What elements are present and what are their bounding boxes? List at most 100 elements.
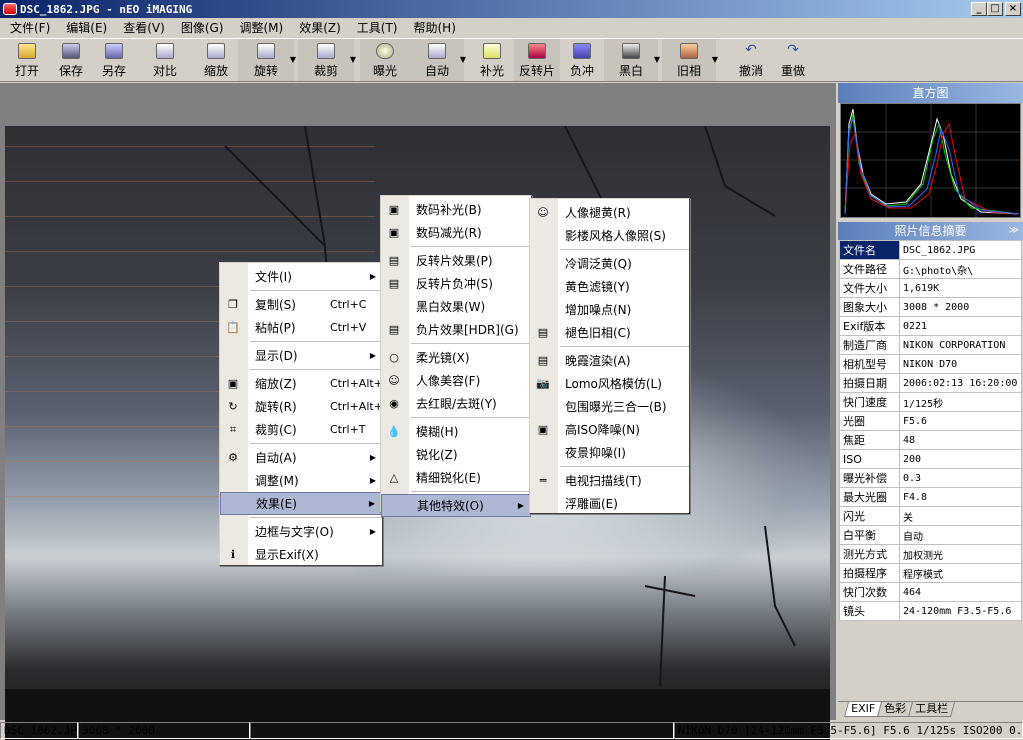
menu-adjust[interactable]: 调整(M): [231, 18, 291, 38]
cross-process-button[interactable]: 反转片: [514, 39, 560, 81]
context-menu-item[interactable]: ⌗ 裁剪(C) Ctrl+T: [220, 418, 382, 441]
exif-row[interactable]: 光圈 F5.6: [839, 411, 1022, 431]
exif-row[interactable]: 快门次数 464: [839, 582, 1022, 602]
window-title: DSC_1862.JPG - nEO iMAGING: [20, 2, 193, 16]
effects-menu-item[interactable]: ○ 柔光镜(X): [381, 346, 531, 369]
menu-item-label: 缩放(Z): [255, 377, 297, 391]
app-icon[interactable]: [3, 3, 17, 15]
exif-row[interactable]: 文件大小 1,619K: [839, 278, 1022, 298]
exif-row[interactable]: 焦距 48: [839, 430, 1022, 450]
fill-light-button[interactable]: 补光: [470, 39, 514, 81]
maximize-button[interactable]: □: [987, 2, 1003, 16]
other-effects-menu-item[interactable]: 冷调泛黄(Q): [530, 252, 689, 275]
menu-item-label: 浮雕画(E): [565, 497, 618, 511]
exif-key: 闪光: [839, 506, 900, 526]
other-effects-menu-item[interactable]: 📷 Lomo风格模仿(L): [530, 372, 689, 395]
other-effects-menu-item[interactable]: 浮雕画(E): [530, 492, 689, 515]
menu-item-label: 粘帖(P): [255, 321, 296, 335]
menu-effects[interactable]: 效果(Z): [291, 18, 349, 38]
context-menu-item[interactable]: 📋 粘帖(P) Ctrl+V: [220, 316, 382, 339]
menu-help[interactable]: 帮助(H): [406, 18, 464, 38]
open-button[interactable]: 打开: [4, 39, 50, 81]
effects-menu-item[interactable]: ▣ 数码补光(B): [381, 198, 531, 221]
exif-row[interactable]: 相机型号 NIKON D70: [839, 354, 1022, 374]
menu-tools[interactable]: 工具(T): [349, 18, 406, 38]
other-effects-menu-item[interactable]: ▣ 高ISO降噪(N): [530, 418, 689, 441]
save-as-button[interactable]: 另存: [92, 39, 136, 81]
effects-menu-item[interactable]: ◉ 去红眼/去斑(Y): [381, 392, 531, 415]
old-photo-button[interactable]: 旧相 ▼: [662, 39, 718, 81]
effects-menu-item[interactable]: ▤ 反转片效果(P): [381, 249, 531, 272]
effects-menu-item[interactable]: 其他特效(O) ▶: [381, 494, 531, 517]
tab-toolbar[interactable]: 工具栏: [908, 702, 956, 717]
other-effects-menu-item[interactable]: ☺ 人像褪黄(R): [530, 201, 689, 224]
context-menu-item[interactable]: 边框与文字(O) ▶: [220, 520, 382, 543]
effects-menu-item[interactable]: ▣ 数码减光(R): [381, 221, 531, 244]
effects-menu-item[interactable]: 黑白效果(W): [381, 295, 531, 318]
exif-row[interactable]: ISO 200: [839, 449, 1022, 469]
exposure-button[interactable]: 曝光: [360, 39, 410, 81]
effects-menu-item[interactable]: ▤ 负片效果[HDR](G): [381, 318, 531, 341]
menu-file[interactable]: 文件(F): [2, 18, 58, 38]
redo-button[interactable]: ↷ 重做: [772, 39, 814, 81]
fill-light-icon: [483, 43, 501, 59]
other-effects-menu-item[interactable]: ═ 电视扫描线(T): [530, 469, 689, 492]
auto-button[interactable]: 自动 ▼: [410, 39, 466, 81]
exif-row[interactable]: 测光方式 加权测光: [839, 544, 1022, 564]
exif-row[interactable]: Exif版本 0221: [839, 316, 1022, 336]
rotate-dropdown-icon[interactable]: ▼: [290, 55, 296, 64]
exif-row[interactable]: 拍摄日期 2006:02:13 16:20:00: [839, 373, 1022, 393]
exif-row[interactable]: 文件路径 G:\photo\杂\: [839, 259, 1022, 279]
other-effects-menu-item[interactable]: 包围曝光三合一(B): [530, 395, 689, 418]
exif-row[interactable]: 曝光补偿 0.3: [839, 468, 1022, 488]
context-menu-item[interactable]: ↻ 旋转(R) Ctrl+Alt+R: [220, 395, 390, 418]
close-button[interactable]: ×: [1005, 2, 1021, 16]
other-effects-menu-item[interactable]: ▤ 褪色旧相(C): [530, 321, 689, 344]
exif-row[interactable]: 镜头 24-120mm F3.5-F5.6: [839, 601, 1022, 621]
exif-row[interactable]: 文件名 DSC_1862.JPG: [839, 240, 1022, 260]
save-as-label: 另存: [101, 64, 126, 78]
minimize-button[interactable]: _: [971, 2, 987, 16]
exif-row[interactable]: 图象大小 3008 * 2000: [839, 297, 1022, 317]
context-menu-item[interactable]: ℹ 显示Exif(X): [220, 543, 382, 566]
negative-button[interactable]: 负冲: [560, 39, 604, 81]
other-effects-menu-item[interactable]: 夜景抑噪(I): [530, 441, 689, 464]
exif-row[interactable]: 最大光圈 F4.8: [839, 487, 1022, 507]
undo-button[interactable]: ↶ 撤消: [730, 39, 772, 81]
menu-image[interactable]: 图像(G): [173, 18, 232, 38]
context-menu-item[interactable]: 效果(E) ▶: [220, 492, 382, 515]
exif-row[interactable]: 白平衡 自动: [839, 525, 1022, 545]
other-effects-menu-item[interactable]: 影楼风格人像照(S): [530, 224, 689, 247]
crop-button[interactable]: 裁剪 ▼: [298, 39, 356, 81]
context-menu-item[interactable]: ⚙ 自动(A) ▶: [220, 446, 382, 469]
context-menu-item[interactable]: 显示(D) ▶: [220, 344, 382, 367]
menu-edit[interactable]: 编辑(E): [58, 18, 115, 38]
context-menu-item[interactable]: 调整(M) ▶: [220, 469, 382, 492]
effects-menu-item[interactable]: ▤ 反转片负冲(S): [381, 272, 531, 295]
rotate-button[interactable]: 旋转 ▼: [238, 39, 296, 81]
exif-row[interactable]: 闪光关: [839, 506, 1022, 526]
auto-dropdown-icon[interactable]: ▼: [460, 55, 466, 64]
exif-row[interactable]: 拍摄程序 程序模式: [839, 563, 1022, 583]
effects-menu-item[interactable]: 锐化(Z): [381, 443, 531, 466]
crop-dropdown-icon[interactable]: ▼: [350, 55, 356, 64]
other-effects-menu-item[interactable]: 增加噪点(N): [530, 298, 689, 321]
other-effects-menu-item[interactable]: 黄色滤镜(Y): [530, 275, 689, 298]
context-menu-item[interactable]: 文件(I) ▶: [220, 265, 382, 288]
context-menu-item[interactable]: ❐ 复制(S) Ctrl+C: [220, 293, 382, 316]
zoom-button[interactable]: 缩放: [194, 39, 238, 81]
context-menu-item[interactable]: ▣ 缩放(Z) Ctrl+Alt+S: [220, 372, 390, 395]
exif-row[interactable]: 制造厂商 NIKON CORPORATION: [839, 335, 1022, 355]
effects-menu-item[interactable]: △ 精细锐化(E): [381, 466, 531, 489]
black-white-dropdown-icon[interactable]: ▼: [654, 55, 660, 64]
collapse-icon[interactable]: ≫: [1009, 222, 1019, 240]
save-button[interactable]: 保存: [50, 39, 92, 81]
effects-menu-item[interactable]: 💧 模糊(H): [381, 420, 531, 443]
old-photo-dropdown-icon[interactable]: ▼: [712, 55, 718, 64]
exif-row[interactable]: 快门速度 1/125秒: [839, 392, 1022, 412]
effects-menu-item[interactable]: ☺ 人像美容(F): [381, 369, 531, 392]
compare-button[interactable]: 对比: [142, 39, 188, 81]
menu-view[interactable]: 查看(V): [115, 18, 173, 38]
other-effects-menu-item[interactable]: ▤ 晚霞渲染(A): [530, 349, 689, 372]
black-white-button[interactable]: 黑白 ▼: [604, 39, 660, 81]
